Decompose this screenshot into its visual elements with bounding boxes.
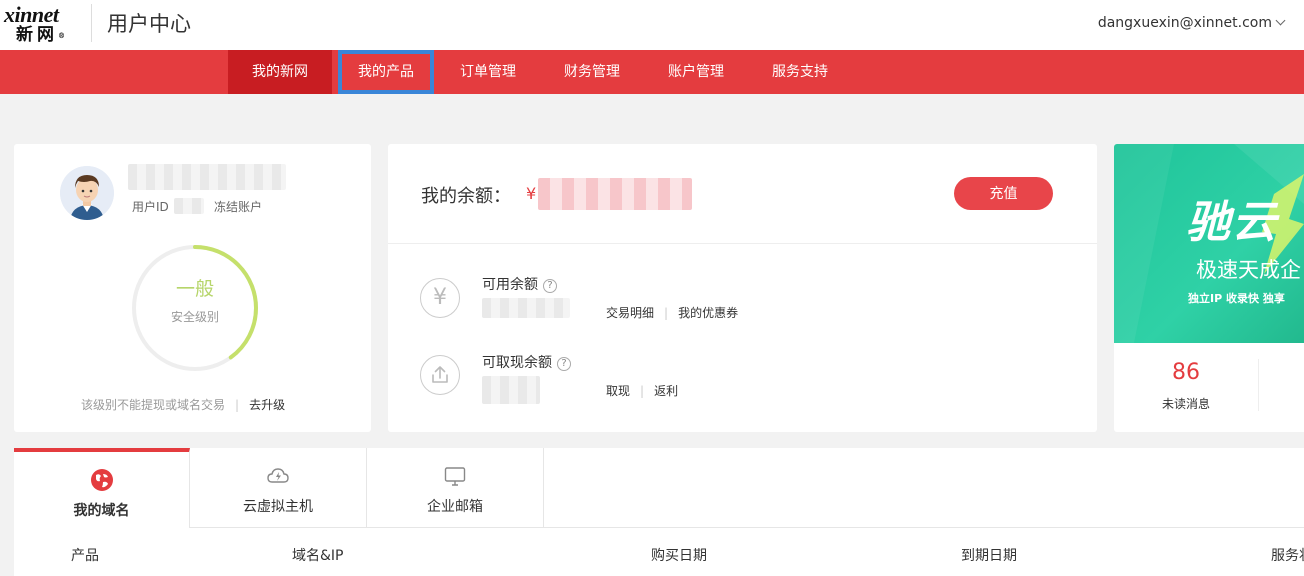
nav-my-xinnet[interactable]: 我的新网 xyxy=(228,50,332,94)
profile-card: 用户ID 冻结账户 一般 安全级别 该级别不能提现或域名交易 | 去升级 xyxy=(14,144,371,432)
tab-label: 云虚拟主机 xyxy=(243,499,313,515)
freeze-account-link[interactable]: 冻结账户 xyxy=(214,198,262,215)
chevron-down-icon xyxy=(1275,15,1286,26)
masked-available-amount xyxy=(482,298,570,318)
available-balance-text: 可用余额 xyxy=(482,277,538,293)
help-icon[interactable]: ? xyxy=(557,357,571,371)
security-note-text: 该级别不能提现或域名交易 xyxy=(81,398,226,412)
nav-my-products[interactable]: 我的产品 xyxy=(338,50,434,94)
monitor-icon xyxy=(444,467,466,486)
balance-currency: ¥ xyxy=(526,184,537,203)
yen-icon: ¥ xyxy=(420,278,460,318)
logo-chinese: 新网® xyxy=(16,25,65,45)
promo-headline: 驰云 xyxy=(1186,197,1278,248)
globe-icon xyxy=(90,469,113,491)
balance-card: 我的余额： ¥ 充值 ¥ 可用余额? 交易明细 | 我的优惠券 可取现余额? 取现 |… xyxy=(388,144,1097,432)
tab-cloud-virtual-host[interactable]: 云虚拟主机 xyxy=(190,448,367,528)
help-icon[interactable]: ? xyxy=(543,279,557,293)
unread-message-label[interactable]: 未读消息 xyxy=(1158,395,1214,412)
column-header-expiry-date: 到期日期 xyxy=(961,548,1017,564)
rebate-link[interactable]: 返利 xyxy=(654,384,678,398)
nav-service-support[interactable]: 服务支持 xyxy=(752,50,848,94)
upload-icon xyxy=(420,355,460,395)
withdrawable-balance-text: 可取现余额 xyxy=(482,355,552,371)
user-email: dangxuexin@xinnet.com xyxy=(1097,15,1272,31)
tab-label: 企业邮箱 xyxy=(427,499,483,515)
column-header-service-status: 服务状态 xyxy=(1271,548,1304,564)
avatar xyxy=(60,166,114,220)
masked-withdrawable-amount xyxy=(482,376,540,404)
user-account-menu[interactable]: dangxuexin@xinnet.com xyxy=(1097,13,1286,33)
withdrawable-links: 取现 | 返利 xyxy=(606,384,679,398)
tab-label: 我的域名 xyxy=(73,503,130,519)
tab-enterprise-mail[interactable]: 企业邮箱 xyxy=(367,448,544,528)
cloud-lightning-icon xyxy=(267,468,289,483)
transaction-details-link[interactable]: 交易明细 xyxy=(606,306,654,320)
available-balance-label: 可用余额? xyxy=(482,274,557,294)
user-id-label: 用户ID xyxy=(132,200,169,214)
security-note: 该级别不能提现或域名交易 | 去升级 xyxy=(81,398,286,412)
top-header: xinnet 新网® 用户中心 dangxuexin@xinnet.com xyxy=(0,0,1304,50)
logo-wordmark: xinnet xyxy=(4,2,59,27)
column-header-product: 产品 xyxy=(71,548,99,564)
promo-subline: 极速天成企 xyxy=(1196,258,1301,282)
my-coupons-link[interactable]: 我的优惠券 xyxy=(678,306,738,320)
unread-message-count[interactable]: 86 xyxy=(1158,360,1214,385)
tabs-baseline xyxy=(544,527,1304,528)
nav-order-management[interactable]: 订单管理 xyxy=(440,50,536,94)
upgrade-link[interactable]: 去升级 xyxy=(249,398,285,412)
balance-title: 我的余额： xyxy=(421,186,511,207)
promo-banner[interactable]: 驰云 极速天成企 独立IP 收录快 独享 xyxy=(1114,144,1304,343)
masked-balance-amount xyxy=(538,178,692,210)
tab-my-domains[interactable]: 我的域名 xyxy=(14,448,190,528)
products-panel: 我的域名 云虚拟主机 企业邮箱 产品 域名&IP 购买日期 到期日期 服务状态 xyxy=(14,448,1304,576)
security-level-caption: 安全级别 xyxy=(170,310,219,324)
column-header-domain-ip: 域名&IP xyxy=(292,548,344,564)
xinnet-logo[interactable]: xinnet 新网® xyxy=(4,2,80,46)
page-title: 用户中心 xyxy=(107,12,191,36)
masked-username xyxy=(128,164,286,190)
security-level-value: 一般 xyxy=(175,278,214,300)
withdraw-link[interactable]: 取现 xyxy=(606,384,630,398)
header-divider xyxy=(91,4,92,42)
masked-user-id xyxy=(174,198,204,214)
nav-finance-management[interactable]: 财务管理 xyxy=(544,50,640,94)
withdrawable-balance-label: 可取现余额? xyxy=(482,352,571,372)
promo-divider xyxy=(1258,359,1259,411)
promo-card: 驰云 极速天成企 独立IP 收录快 独享 86 未读消息 xyxy=(1114,144,1304,432)
column-header-purchase-date: 购买日期 xyxy=(651,548,707,564)
promo-tagline: 独立IP 收录快 独享 xyxy=(1188,292,1285,305)
recharge-button[interactable]: 充值 xyxy=(954,177,1053,210)
nav-account-management[interactable]: 账户管理 xyxy=(648,50,744,94)
available-links: 交易明细 | 我的优惠券 xyxy=(606,306,739,320)
balance-divider xyxy=(388,243,1097,244)
main-nav: 我的新网 我的产品 订单管理 财务管理 账户管理 服务支持 xyxy=(0,50,1304,94)
